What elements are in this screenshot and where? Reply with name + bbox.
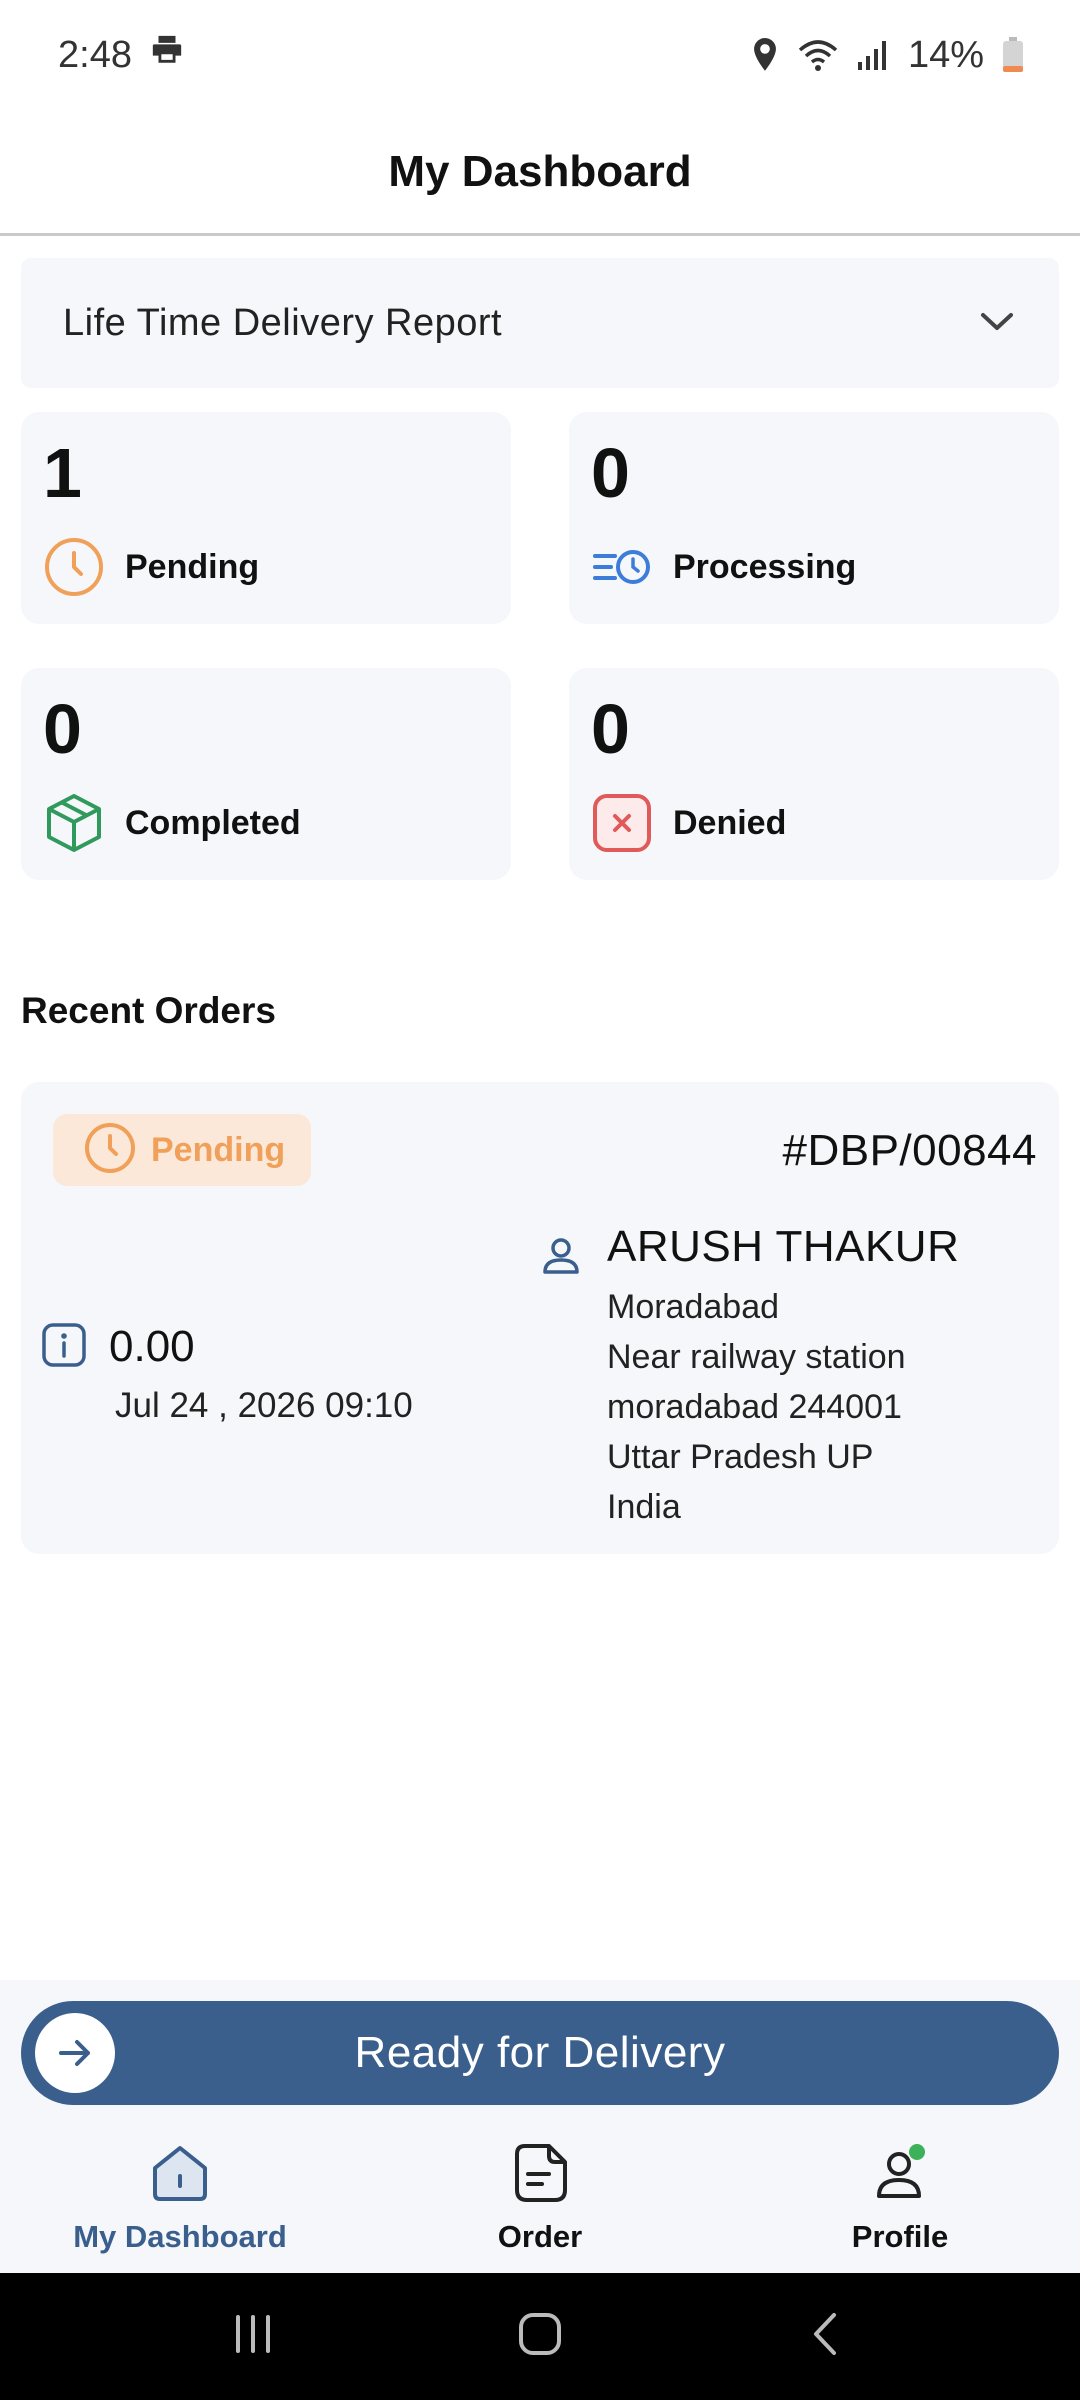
stat-card-denied[interactable]: 0 Denied [569,668,1059,880]
nav-label: My Dashboard [73,2219,287,2254]
recent-apps-icon[interactable] [230,2311,276,2362]
recent-orders-title: Recent Orders [21,990,276,1031]
order-amount: 0.00 [109,1322,195,1371]
customer-name: ARUSH THAKUR [607,1222,960,1271]
status-bar: 2:48 14% [0,0,1080,110]
denied-count: 0 [591,690,630,768]
completed-count: 0 [43,690,82,768]
ready-for-delivery-label: Ready for Delivery [354,2028,726,2077]
order-id: #DBP/00844 [782,1126,1037,1175]
chevron-down-icon [979,309,1015,338]
x-square-icon [591,792,653,854]
home-button-icon[interactable] [517,2311,563,2362]
order-card[interactable]: Pending #DBP/00844 0.00 Jul 24 , 2026 09… [21,1082,1059,1554]
battery-icon [1002,37,1024,73]
address-line: Moradabad [607,1288,780,1326]
address-line: Uttar Pradesh UP [607,1438,874,1476]
ready-for-delivery-button[interactable]: Ready for Delivery [21,2001,1059,2105]
address-line: moradabad 244001 [607,1388,902,1426]
completed-label: Completed [125,803,301,842]
status-left: 2:48 [58,33,184,77]
processing-label: Processing [673,547,857,586]
back-icon[interactable] [804,2311,850,2362]
order-amount-block: 0.00 Jul 24 , 2026 09:10 [41,1322,413,1425]
clock-icon [83,1121,137,1180]
address-line: Near railway station [607,1338,906,1376]
system-nav-bar [0,2273,1080,2400]
stat-card-processing[interactable]: 0 Processing [569,412,1059,624]
person-icon [869,2142,931,2209]
bottom-nav: My Dashboard Order Profile [0,2130,1080,2273]
home-icon [149,2142,211,2209]
stat-card-pending[interactable]: 1 Pending [21,412,511,624]
status-time: 2:48 [58,33,132,76]
pending-count: 1 [43,434,82,512]
processing-count: 0 [591,434,630,512]
stat-card-completed[interactable]: 0 Completed [21,668,511,880]
document-icon [509,2142,571,2209]
app-header: My Dashboard [0,110,1080,236]
nav-label: Profile [851,2219,949,2254]
order-status-text: Pending [151,1130,286,1169]
order-date: Jul 24 , 2026 09:10 [115,1386,413,1425]
status-right: 14% [750,34,1024,77]
nav-item-order[interactable]: Order [360,2130,720,2273]
battery-text: 14% [907,33,984,76]
nav-item-profile[interactable]: Profile [720,2130,1080,2273]
customer-info: ARUSH THAKUR Moradabad Near railway stat… [541,1222,959,1532]
page-title: My Dashboard [388,146,692,196]
person-icon [541,1236,581,1532]
order-status-badge: Pending [53,1114,311,1186]
address-line: India [607,1488,681,1526]
arrow-right-icon [35,2013,115,2093]
signal-icon [856,38,890,72]
wifi-icon [798,38,838,72]
nav-item-dashboard[interactable]: My Dashboard [0,2130,360,2273]
report-period-label: Life Time Delivery Report [63,301,503,344]
list-clock-icon [591,536,653,598]
pending-label: Pending [125,547,260,586]
clock-icon [43,536,105,598]
denied-label: Denied [673,803,787,842]
report-period-dropdown[interactable]: Life Time Delivery Report [21,258,1059,388]
printer-icon [150,33,184,77]
nav-label: Order [497,2219,583,2254]
location-icon [750,38,780,72]
info-icon [41,1322,87,1373]
box-icon [43,792,105,854]
